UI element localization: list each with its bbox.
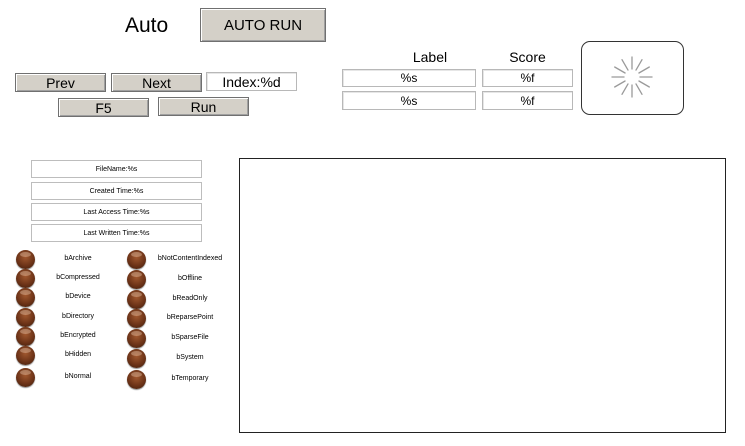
spinner-spoke [621, 83, 629, 95]
result-label-2[interactable]: %s [342, 91, 476, 110]
flag-label: bNotContentIndexed [157, 255, 223, 262]
flag-label: bEncrypted [60, 332, 96, 339]
flag-label: bDirectory [62, 313, 94, 320]
flag-label: bOffline [178, 275, 202, 282]
result-label-1[interactable]: %s [342, 69, 476, 87]
auto-run-button[interactable]: AUTO RUN [200, 8, 326, 42]
flag-label: bReparsePoint [166, 314, 214, 321]
flag-label: bReadOnly [172, 295, 208, 302]
created-time-field: Created Time:%s [31, 182, 202, 200]
spinner-spoke [614, 80, 626, 88]
flag-label: bDevice [65, 293, 91, 300]
prev-button[interactable]: Prev [15, 73, 106, 92]
mode-title: Auto [125, 14, 169, 37]
last-written-time-field: Last Written Time:%s [31, 224, 202, 242]
flag-label: bArchive [64, 255, 92, 262]
spinner-icon [611, 56, 653, 98]
run-button[interactable]: Run [158, 97, 249, 116]
loading-indicator [581, 41, 684, 115]
next-button[interactable]: Next [111, 73, 202, 92]
flag-label: bSparseFile [171, 334, 209, 341]
spinner-spoke [635, 83, 643, 95]
flag-label: bHidden [64, 351, 92, 358]
flag-label: bTemporary [171, 375, 209, 382]
flag-label: bNormal [64, 373, 92, 380]
result-score-2[interactable]: %f [482, 91, 573, 110]
image-preview-panel [239, 158, 726, 433]
f5-button[interactable]: F5 [58, 98, 149, 117]
index-field[interactable]: Index:%d [206, 72, 297, 91]
spinner-spoke [614, 66, 626, 74]
file-name-field: FileName:%s [31, 160, 202, 178]
last-access-time-field: Last Access Time:%s [31, 203, 202, 221]
spinner-spoke [635, 59, 643, 71]
flag-label: bSystem [176, 354, 204, 361]
score-column-header: Score [509, 49, 546, 65]
spinner-spoke [638, 80, 650, 88]
result-score-1[interactable]: %f [482, 69, 573, 87]
spinner-spoke [638, 66, 650, 74]
spinner-spoke [621, 59, 629, 71]
flag-label: bCompressed [56, 274, 100, 281]
